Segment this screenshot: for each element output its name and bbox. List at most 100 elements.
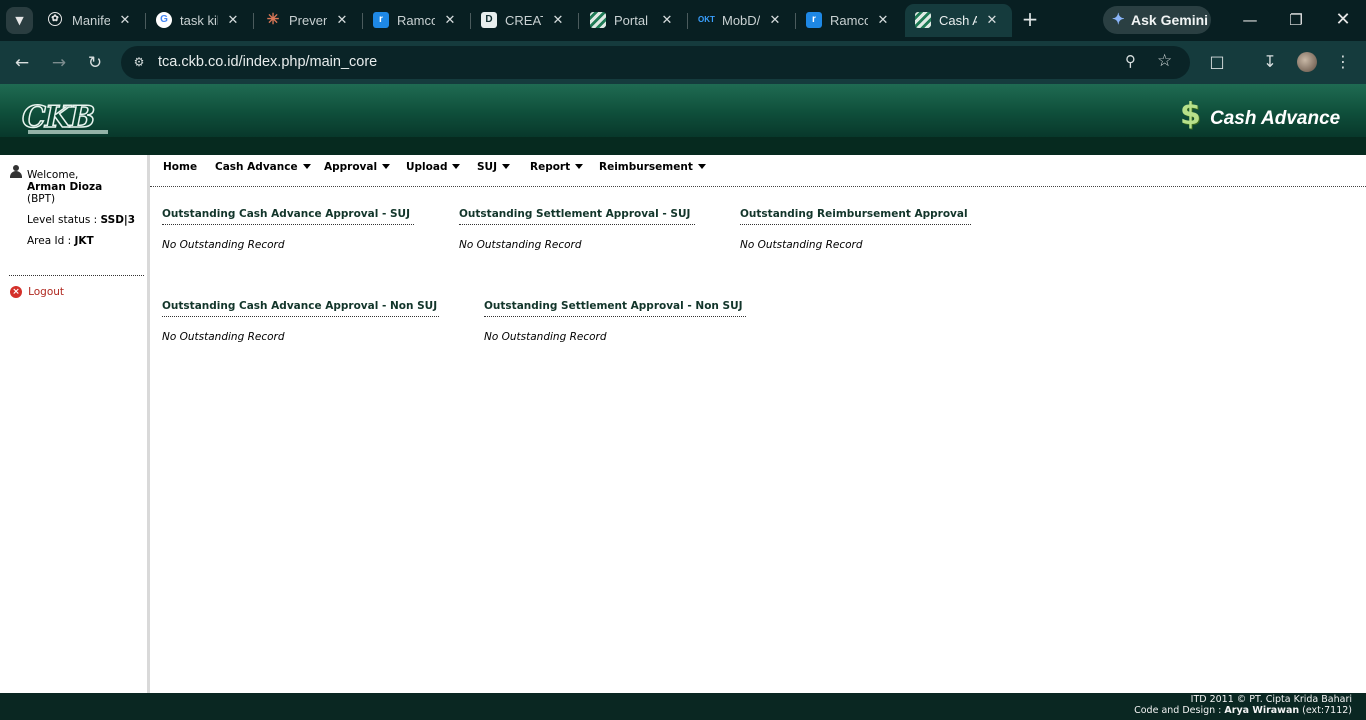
caret-down-icon	[697, 163, 706, 169]
ramco-icon: r	[806, 12, 822, 28]
tab-title: task kil	[180, 13, 218, 28]
tab-close-icon[interactable]: ✕	[333, 11, 351, 29]
bookmark-star-icon[interactable]: ☆	[1157, 51, 1172, 71]
level-label: Level status :	[27, 214, 98, 226]
browser-tab[interactable]: ✿ Manife ✕	[38, 4, 146, 37]
gemini-sparkle-icon: ✦	[1112, 11, 1125, 28]
level-value: SSD|3	[100, 214, 136, 226]
tab-close-icon[interactable]: ✕	[116, 11, 134, 29]
menu-label: Reimbursement	[599, 161, 693, 173]
logout-link[interactable]: × Logout	[10, 281, 64, 298]
footer-credit-ext: (ext:7112)	[1302, 705, 1352, 716]
menu-label: Report	[530, 161, 571, 173]
site-info-icon[interactable]: ⚙	[131, 54, 147, 70]
tab-search-chevron-icon[interactable]: ▼	[6, 7, 33, 34]
site-header: CKB $ Cash Advance	[0, 84, 1366, 155]
tab-title: Cash A	[939, 13, 977, 28]
menu-label: Home	[163, 161, 198, 173]
menu-upload[interactable]: Upload	[406, 161, 461, 173]
main-menu: Home Cash Advance Approval Upload SUJ Re…	[150, 155, 1366, 187]
address-bar[interactable]: ⚙ tca.ckb.co.id/index.php/main_core ⚲ ☆	[121, 46, 1190, 79]
menu-label: Cash Advance	[215, 161, 298, 173]
browser-toolbar: ← → ↻ ⚙ tca.ckb.co.id/index.php/main_cor…	[0, 41, 1366, 84]
browser-tab[interactable]: G task kil ✕	[146, 4, 254, 37]
browser-tab[interactable]: Portal ✕	[580, 4, 688, 37]
browser-tab-active[interactable]: Cash A ✕	[905, 4, 1012, 37]
panel-empty-text: No Outstanding Record	[740, 239, 863, 251]
sidebar: Welcome, Arman Dioza (BPT) Level status …	[0, 155, 150, 693]
ask-gemini-button[interactable]: ✦ Ask Gemini	[1103, 6, 1211, 34]
browser-tab[interactable]: OKT MobD/ ✕	[688, 4, 796, 37]
tab-divider	[253, 13, 254, 29]
openai-icon: ✿	[48, 12, 62, 26]
tab-title: MobD/	[722, 13, 760, 28]
logout-label[interactable]: Logout	[28, 286, 64, 298]
tab-title: Portal	[614, 13, 648, 28]
app-brand: $ Cash Advance	[1180, 98, 1340, 134]
kebab-menu-icon[interactable]: ⋮	[1332, 51, 1354, 73]
menu-approval[interactable]: Approval	[324, 161, 391, 173]
panel-title: Outstanding Reimbursement Approval	[740, 208, 971, 225]
tab-close-icon[interactable]: ✕	[549, 11, 567, 29]
panel-empty-text: No Outstanding Record	[484, 331, 607, 343]
tab-close-icon[interactable]: ✕	[874, 11, 892, 29]
browser-tab-strip: ▼ ✿ Manife ✕ G task kil ✕ ✳ Preven ✕ r R…	[0, 0, 1366, 41]
footer-credits: Code and Design : Arya Wirawan (ext:7112…	[1134, 705, 1352, 716]
area-id: Area Id : JKT	[27, 235, 94, 247]
zoom-magnifier-icon[interactable]: ⚲	[1125, 52, 1136, 70]
restore-icon[interactable]: ❐	[1284, 9, 1308, 31]
browser-tab[interactable]: r Ramco ✕	[363, 4, 471, 37]
menu-home[interactable]: Home	[163, 161, 197, 173]
claude-icon: ✳	[266, 11, 280, 28]
ckb-logo[interactable]: CKB	[20, 99, 110, 136]
tab-title: Ramco	[397, 13, 435, 28]
extensions-puzzle-icon[interactable]: □	[1206, 51, 1228, 73]
level-status: Level status : SSD|3	[27, 214, 135, 226]
browser-tab[interactable]: ✳ Preven ✕	[255, 4, 363, 37]
reload-icon[interactable]: ↻	[83, 51, 107, 75]
ask-gemini-label: Ask Gemini	[1131, 12, 1209, 28]
url-text[interactable]: tca.ckb.co.id/index.php/main_core	[158, 54, 377, 70]
tab-close-icon[interactable]: ✕	[983, 11, 1001, 29]
forward-arrow-icon[interactable]: →	[47, 51, 71, 75]
menu-reimbursement[interactable]: Reimbursement	[599, 161, 706, 173]
logo-tagline-bar	[28, 130, 108, 134]
panel-title: Outstanding Settlement Approval - Non SU…	[484, 300, 746, 317]
menu-label: Upload	[406, 161, 448, 173]
tab-close-icon[interactable]: ✕	[658, 11, 676, 29]
window-close-icon[interactable]: ✕	[1331, 9, 1355, 31]
browser-tab[interactable]: r Ramco ✕	[796, 4, 903, 37]
tab-title: Preven	[289, 13, 327, 28]
logout-x-icon: ×	[10, 285, 22, 298]
sidebar-divider	[9, 275, 144, 276]
panel-reimbursement-approval: Outstanding Reimbursement Approval No Ou…	[740, 208, 971, 251]
menu-suj[interactable]: SUJ	[477, 161, 510, 173]
back-arrow-icon[interactable]: ←	[10, 51, 34, 75]
caret-down-icon	[575, 163, 584, 169]
panel-empty-text: No Outstanding Record	[162, 239, 285, 251]
panel-title: Outstanding Cash Advance Approval - Non …	[162, 300, 439, 317]
new-tab-plus-icon[interactable]: +	[1018, 8, 1042, 32]
d-icon: D	[481, 12, 497, 28]
browser-tab[interactable]: D CREATI ✕	[471, 4, 579, 37]
menu-cash-advance[interactable]: Cash Advance	[215, 161, 311, 173]
profile-avatar-icon[interactable]	[1297, 52, 1317, 72]
google-icon: G	[156, 12, 172, 28]
panel-title: Outstanding Settlement Approval - SUJ	[459, 208, 695, 225]
panel-title: Outstanding Cash Advance Approval - SUJ	[162, 208, 414, 225]
site-footer: ITD 2011 © PT. Cipta Krida Bahari Code a…	[0, 693, 1366, 720]
tab-close-icon[interactable]: ✕	[441, 11, 459, 29]
caret-down-icon	[502, 163, 510, 169]
menu-label: Approval	[324, 161, 378, 173]
download-icon[interactable]: ↧	[1259, 51, 1281, 73]
panel-settlement-approval-suj: Outstanding Settlement Approval - SUJ No…	[459, 208, 695, 251]
welcome-text: Welcome,	[27, 169, 79, 181]
minimize-icon[interactable]: —	[1238, 9, 1262, 31]
mob-icon: OKT	[698, 15, 715, 24]
tab-close-icon[interactable]: ✕	[766, 11, 784, 29]
caret-down-icon	[452, 163, 461, 169]
menu-report[interactable]: Report	[530, 161, 584, 173]
footer-credit-prefix: Code and Design :	[1134, 705, 1222, 716]
stripes-icon	[590, 12, 606, 28]
tab-close-icon[interactable]: ✕	[224, 11, 242, 29]
